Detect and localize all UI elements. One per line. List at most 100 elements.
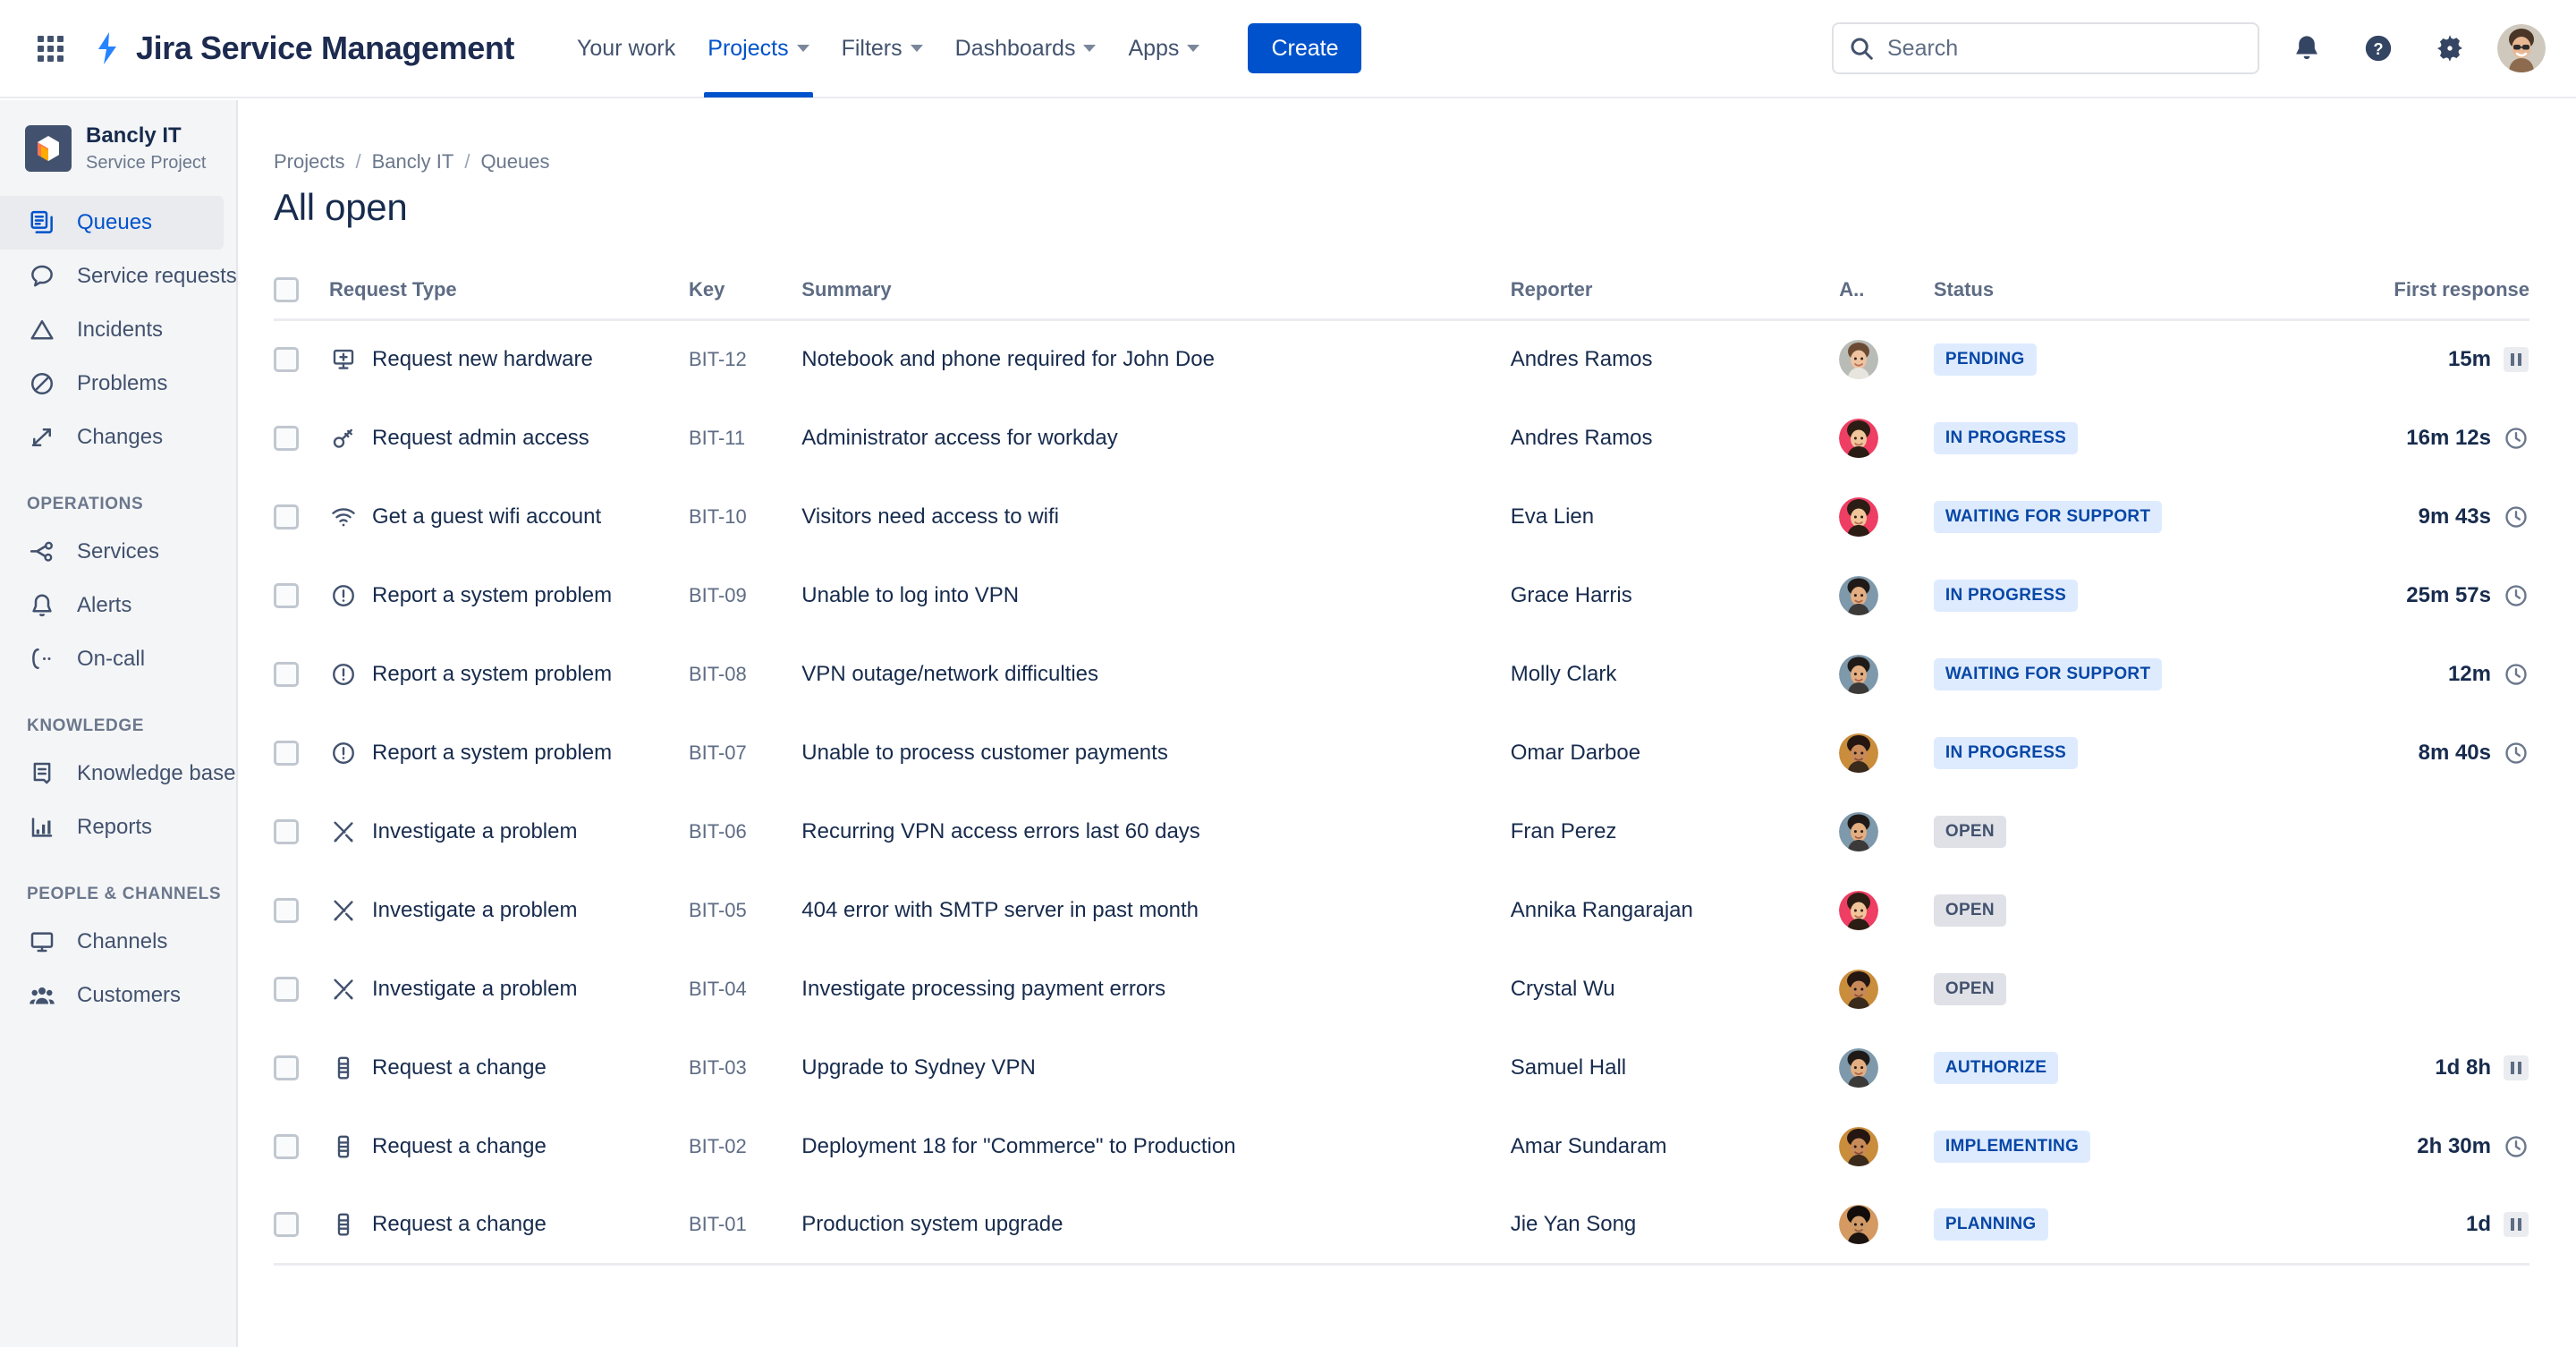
- sidebar-item-on-call[interactable]: On-call: [0, 632, 224, 686]
- sidebar-item-knowledge-base[interactable]: Knowledge base: [0, 747, 235, 801]
- table-row[interactable]: Investigate a problem BIT-04 Investigate p…: [274, 950, 2529, 1029]
- product-brand[interactable]: Jira Service Management: [89, 30, 514, 67]
- settings-gear-icon[interactable]: [2426, 24, 2474, 72]
- issue-key-link[interactable]: BIT-01: [689, 1213, 747, 1235]
- issue-key-link[interactable]: BIT-11: [689, 427, 745, 449]
- sidebar-item-changes[interactable]: Changes: [0, 411, 224, 464]
- issue-key-link[interactable]: BIT-10: [689, 505, 747, 528]
- row-checkbox[interactable]: [274, 740, 299, 766]
- table-row[interactable]: Report a system problem BIT-08 VPN outage/…: [274, 635, 2529, 714]
- sidebar-item-reports[interactable]: Reports: [0, 801, 224, 854]
- status-badge[interactable]: OPEN: [1933, 894, 2006, 927]
- table-row[interactable]: Get a guest wifi account BIT-10 Visitors n…: [274, 478, 2529, 556]
- row-checkbox[interactable]: [274, 504, 299, 529]
- summary-cell[interactable]: Recurring VPN access errors last 60 days: [801, 792, 1510, 871]
- column-header-status[interactable]: Status: [1933, 277, 2304, 321]
- sidebar-item-alerts[interactable]: Alerts: [0, 579, 224, 632]
- column-header-first-response[interactable]: First response: [2303, 277, 2529, 321]
- summary-cell[interactable]: Visitors need access to wifi: [801, 478, 1510, 556]
- sidebar-item-incidents[interactable]: Incidents: [0, 303, 224, 357]
- summary-cell[interactable]: Notebook and phone required for John Doe: [801, 320, 1510, 399]
- sidebar-item-channels[interactable]: Channels: [0, 915, 224, 969]
- row-checkbox[interactable]: [274, 582, 299, 608]
- summary-cell[interactable]: VPN outage/network difficulties: [801, 635, 1510, 714]
- row-checkbox[interactable]: [274, 661, 299, 687]
- summary-cell[interactable]: Deployment 18 for "Commerce" to Producti…: [801, 1107, 1510, 1186]
- assignee-avatar[interactable]: [1839, 1126, 1879, 1166]
- column-header-request-type[interactable]: Request Type: [329, 277, 689, 321]
- row-checkbox[interactable]: [274, 1211, 299, 1237]
- assignee-avatar[interactable]: [1839, 1047, 1879, 1088]
- row-checkbox[interactable]: [274, 425, 299, 451]
- status-badge[interactable]: PENDING: [1933, 343, 2037, 377]
- breadcrumb-projects[interactable]: Projects: [274, 150, 344, 174]
- summary-cell[interactable]: 404 error with SMTP server in past month: [801, 871, 1510, 950]
- nav-item-projects[interactable]: Projects: [691, 0, 825, 97]
- column-header-assignee[interactable]: A..: [1839, 277, 1934, 321]
- create-button[interactable]: Create: [1248, 23, 1362, 73]
- issue-key-link[interactable]: BIT-07: [689, 741, 747, 764]
- table-row[interactable]: Report a system problem BIT-09 Unable to l…: [274, 556, 2529, 635]
- breadcrumb-bancly-it[interactable]: Bancly IT: [372, 150, 454, 174]
- sidebar-item-problems[interactable]: Problems: [0, 357, 224, 411]
- sidebar-item-services[interactable]: Services: [0, 525, 224, 579]
- issue-key-link[interactable]: BIT-02: [689, 1135, 747, 1157]
- assignee-avatar[interactable]: [1839, 811, 1879, 851]
- status-badge[interactable]: AUTHORIZE: [1933, 1051, 2059, 1084]
- assignee-avatar[interactable]: [1839, 654, 1879, 694]
- assignee-avatar[interactable]: [1839, 496, 1879, 537]
- user-avatar[interactable]: [2497, 24, 2546, 72]
- table-row[interactable]: Report a system problem BIT-07 Unable to p…: [274, 714, 2529, 792]
- column-header-reporter[interactable]: Reporter: [1510, 277, 1840, 321]
- nav-item-filters[interactable]: Filters: [826, 0, 939, 97]
- issue-key-link[interactable]: BIT-05: [689, 899, 747, 921]
- help-question-icon[interactable]: ?: [2354, 24, 2402, 72]
- issue-key-link[interactable]: BIT-08: [689, 663, 747, 685]
- status-badge[interactable]: WAITING FOR SUPPORT: [1933, 657, 2163, 690]
- status-badge[interactable]: IMPLEMENTING: [1933, 1130, 2091, 1163]
- issue-key-link[interactable]: BIT-04: [689, 978, 747, 1000]
- assignee-avatar[interactable]: [1839, 969, 1879, 1009]
- assignee-avatar[interactable]: [1839, 890, 1879, 930]
- project-header[interactable]: Bancly IT Service Project: [0, 100, 236, 174]
- summary-cell[interactable]: Administrator access for workday: [801, 399, 1510, 478]
- table-row[interactable]: Request new hardware BIT-12 Notebook and p…: [274, 320, 2529, 399]
- breadcrumb-queues[interactable]: Queues: [480, 150, 549, 174]
- select-all-checkbox[interactable]: [274, 277, 299, 302]
- status-badge[interactable]: IN PROGRESS: [1933, 736, 2079, 769]
- sidebar-item-queues[interactable]: Queues: [0, 195, 224, 250]
- status-badge[interactable]: IN PROGRESS: [1933, 579, 2079, 612]
- row-checkbox[interactable]: [274, 818, 299, 844]
- assignee-avatar[interactable]: [1839, 340, 1879, 380]
- search-input[interactable]: [1887, 35, 2243, 62]
- nav-item-your-work[interactable]: Your work: [561, 0, 691, 97]
- status-badge[interactable]: OPEN: [1933, 815, 2006, 848]
- sidebar-item-service-requests[interactable]: Service requests: [0, 250, 236, 303]
- row-checkbox[interactable]: [274, 976, 299, 1002]
- column-header-key[interactable]: Key: [688, 277, 802, 321]
- notifications-bell-icon[interactable]: [2283, 24, 2331, 72]
- search-box[interactable]: [1832, 22, 2259, 74]
- table-row[interactable]: Request a change BIT-02 Deployment 18 for …: [274, 1107, 2529, 1186]
- nav-item-dashboards[interactable]: Dashboards: [939, 0, 1113, 97]
- table-row[interactable]: Request admin access BIT-11 Administrator …: [274, 399, 2529, 478]
- issue-key-link[interactable]: BIT-06: [689, 820, 747, 843]
- assignee-avatar[interactable]: [1839, 733, 1879, 773]
- issue-key-link[interactable]: BIT-03: [689, 1056, 747, 1079]
- table-row[interactable]: Investigate a problem BIT-06 Recurring VPN…: [274, 792, 2529, 871]
- summary-cell[interactable]: Production system upgrade: [801, 1185, 1511, 1266]
- apps-grid-icon[interactable]: [30, 29, 70, 68]
- row-checkbox[interactable]: [274, 1055, 299, 1080]
- summary-cell[interactable]: Investigate processing payment errors: [801, 950, 1510, 1029]
- issue-key-link[interactable]: BIT-12: [689, 348, 747, 370]
- summary-cell[interactable]: Upgrade to Sydney VPN: [801, 1029, 1510, 1107]
- status-badge[interactable]: PLANNING: [1933, 1207, 2048, 1241]
- nav-item-apps[interactable]: Apps: [1112, 0, 1216, 97]
- row-checkbox[interactable]: [274, 1133, 299, 1159]
- assignee-avatar[interactable]: [1839, 575, 1879, 615]
- table-row[interactable]: Request a change BIT-03 Upgrade to Sydney …: [274, 1029, 2529, 1107]
- sidebar-item-customers[interactable]: Customers: [0, 969, 224, 1022]
- row-checkbox[interactable]: [274, 347, 299, 373]
- summary-cell[interactable]: Unable to log into VPN: [801, 556, 1510, 635]
- issue-key-link[interactable]: BIT-09: [689, 584, 747, 606]
